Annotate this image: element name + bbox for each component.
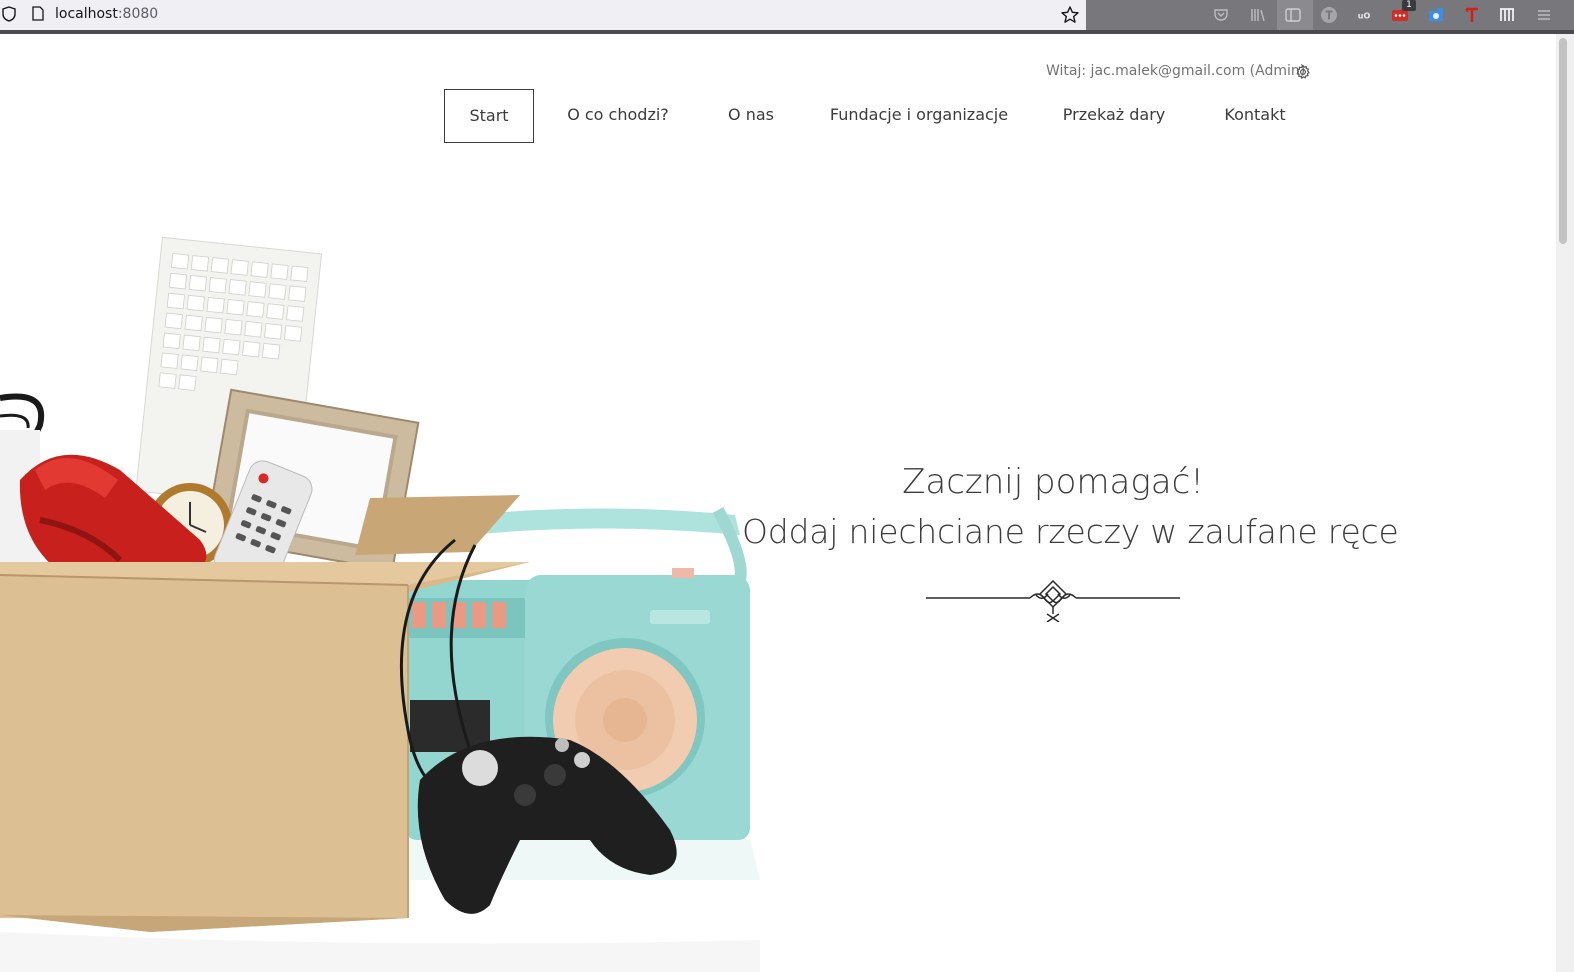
columns-icon[interactable]	[1497, 5, 1517, 25]
nav-item-przekaz-dary[interactable]: Przekaż dary	[1054, 89, 1174, 141]
hamburger-menu-icon[interactable]	[1534, 5, 1554, 25]
welcome-text: Witaj: jac.malek@gmail.com (Admin)	[1046, 63, 1306, 79]
pocket-icon[interactable]	[1211, 5, 1231, 25]
main-navigation: Start O co chodzi? O nas Fundacje i orga…	[0, 89, 1556, 143]
decorative-divider-icon	[926, 579, 1180, 622]
browser-url-bar[interactable]: localhost:8080	[0, 0, 1086, 31]
library-icon[interactable]	[1248, 5, 1268, 25]
gear-icon[interactable]	[1295, 64, 1311, 80]
extension-badge: 1	[1402, 0, 1416, 11]
nav-item-o-nas[interactable]: O nas	[718, 89, 784, 141]
toolbar-divider	[0, 30, 1574, 34]
hero-image	[0, 236, 760, 972]
nav-item-o-co-chodzi[interactable]: O co chodzi?	[560, 89, 676, 141]
url-port: :8080	[117, 6, 159, 22]
nav-item-kontakt[interactable]: Kontakt	[1214, 89, 1296, 141]
bookmark-star-icon[interactable]	[1060, 5, 1080, 25]
hero-heading: Zacznij pomagać! Oddaj niechciane rzeczy…	[742, 458, 1399, 556]
screenshot-icon[interactable]	[1426, 5, 1446, 25]
nav-item-fundacje[interactable]: Fundacje i organizacje	[826, 89, 1012, 141]
scrollbar-thumb[interactable]	[1559, 38, 1567, 244]
sidebar-icon[interactable]	[1283, 5, 1303, 25]
shield-icon[interactable]	[2, 6, 16, 22]
browser-toolbar: uO 1	[1086, 0, 1574, 30]
page-icon	[32, 6, 44, 21]
nav-item-start[interactable]: Start	[444, 89, 534, 143]
svg-text:uO: uO	[1358, 12, 1371, 21]
ublock-icon[interactable]: uO	[1354, 5, 1374, 25]
url-host: localhost	[55, 6, 118, 22]
hero-title-line2: Oddaj niechciane rzeczy w zaufane ręce	[742, 512, 1399, 551]
translate-t-icon[interactable]	[1462, 5, 1482, 25]
url-text[interactable]: localhost:8080	[55, 6, 158, 22]
extension-t-icon[interactable]	[1319, 5, 1339, 25]
hero-title-line1: Zacznij pomagać!	[902, 462, 1204, 502]
